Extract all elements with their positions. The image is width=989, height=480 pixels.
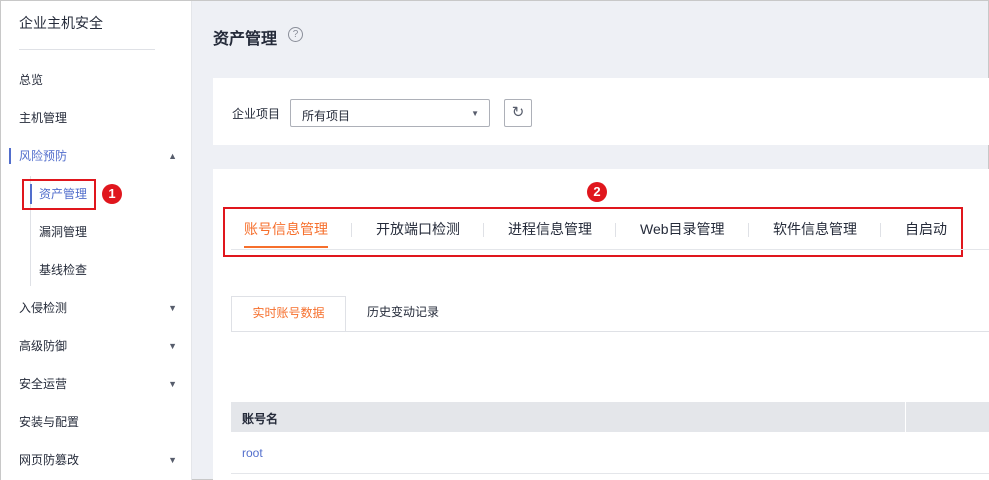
subtab-realtime-accounts[interactable]: 实时账号数据 [231, 296, 346, 332]
chevron-down-icon: ▼ [168, 455, 177, 465]
callout-badge-1: 1 [102, 184, 122, 204]
sidebar-item-overview[interactable]: 总览 [1, 61, 191, 99]
sidebar-item-label: 入侵检测 [19, 301, 68, 315]
sidebar-item-label: 风险预防 [19, 149, 68, 163]
sidebar-item-installation-configuration[interactable]: 安装与配置 [1, 403, 191, 441]
page-title: 资产管理 [213, 31, 278, 48]
sidebar-item-label: 网页防篡改 [19, 453, 80, 467]
sidebar-item-label: 安全运营 [19, 377, 68, 391]
table-header [231, 402, 989, 432]
chevron-down-icon: ▼ [168, 303, 177, 313]
sidebar-item-web-tamper-protection[interactable]: 网页防篡改 ▼ [1, 441, 191, 479]
tab-open-ports[interactable]: 开放端口检测 [376, 214, 460, 250]
enterprise-project-label: 企业项目 [232, 107, 281, 121]
sidebar-title: 企业主机安全 [19, 15, 103, 31]
tab-separator [748, 223, 749, 237]
tab-software-info[interactable]: 软件信息管理 [773, 214, 857, 250]
tab-autostart[interactable]: 自启动 [905, 214, 947, 250]
sidebar-item-label: 安装与配置 [19, 415, 80, 429]
sidebar-item-label: 高级防御 [19, 339, 68, 353]
column-header-account-name[interactable]: 账号名 [242, 410, 278, 427]
sidebar-item-label: 总览 [19, 73, 44, 87]
sidebar-item-security-operations[interactable]: 安全运营 ▼ [1, 365, 191, 403]
sidebar-item-advanced-defense[interactable]: 高级防御 ▼ [1, 327, 191, 365]
help-icon[interactable]: ? [288, 27, 303, 42]
callout-box-1 [22, 179, 96, 210]
sidebar-subitem-baseline-check[interactable]: 基线检查 [39, 251, 87, 289]
callout-badge-2: 2 [587, 182, 607, 202]
column-divider [905, 402, 906, 432]
caret-down-icon: ▼ [471, 109, 479, 118]
tab-bar-underline [231, 249, 989, 250]
tab-process-info[interactable]: 进程信息管理 [508, 214, 592, 250]
tab-separator [880, 223, 881, 237]
sidebar-item-intrusion-detection[interactable]: 入侵检测 ▼ [1, 289, 191, 327]
tab-web-directory[interactable]: Web目录管理 [640, 214, 725, 250]
chevron-up-icon: ▲ [168, 151, 177, 161]
sidebar-divider [19, 49, 155, 50]
tab-separator [351, 223, 352, 237]
table-cell-account-name[interactable]: root [242, 446, 263, 460]
table-row-divider [231, 473, 989, 474]
refresh-icon[interactable]: ↻ [504, 99, 532, 127]
sidebar-subitem-vulnerability-management[interactable]: 漏洞管理 [39, 213, 87, 251]
chevron-down-icon: ▼ [168, 341, 177, 351]
sidebar: 企业主机安全 总览 主机管理 风险预防 ▲ 资产管理 漏洞管理 基线检查 入侵检测… [1, 1, 192, 480]
sidebar-item-host-management[interactable]: 主机管理 [1, 99, 191, 137]
subtab-change-history[interactable]: 历史变动记录 [353, 296, 453, 332]
tab-separator [615, 223, 616, 237]
subtab-underline [231, 331, 989, 332]
chevron-down-icon: ▼ [168, 379, 177, 389]
sidebar-item-risk-prevention[interactable]: 风险预防 ▲ [1, 137, 191, 175]
enterprise-project-select[interactable]: 所有项目 ▼ [290, 99, 490, 127]
select-value: 所有项目 [302, 109, 351, 123]
tab-separator [483, 223, 484, 237]
tab-account-info[interactable]: 账号信息管理 [244, 214, 328, 250]
sidebar-item-label: 主机管理 [19, 111, 68, 125]
